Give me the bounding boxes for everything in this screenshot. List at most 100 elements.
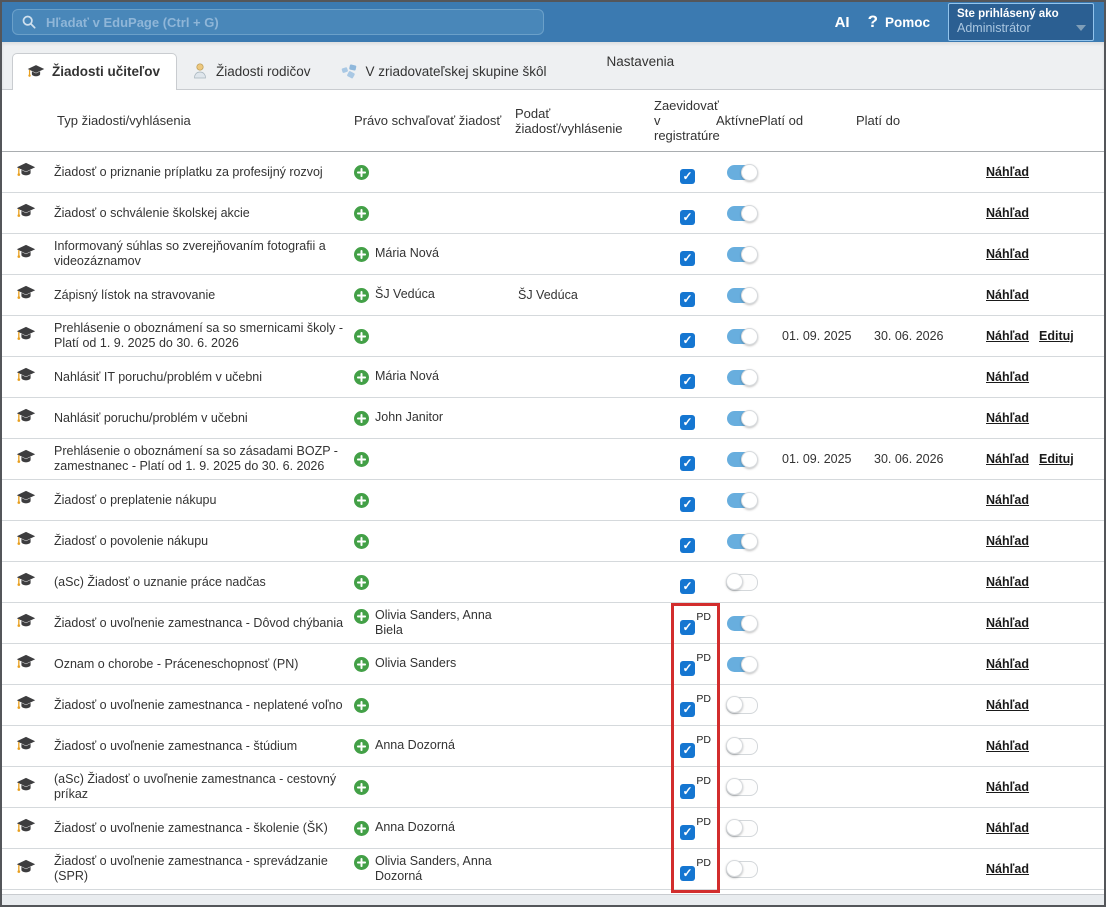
add-approver-button[interactable] bbox=[354, 575, 369, 590]
preview-link[interactable]: Náhľad bbox=[986, 821, 1029, 836]
active-toggle[interactable] bbox=[726, 574, 758, 591]
registry-checkbox[interactable]: ✓ bbox=[680, 374, 695, 389]
preview-link[interactable]: Náhľad bbox=[986, 165, 1029, 180]
row-actions: Náhľad bbox=[978, 409, 1104, 428]
registry-checkbox[interactable]: ✓ bbox=[680, 784, 695, 799]
add-approver-button[interactable] bbox=[354, 657, 369, 672]
active-toggle[interactable] bbox=[726, 861, 758, 878]
active-toggle[interactable] bbox=[726, 738, 758, 755]
submitter-names bbox=[514, 375, 650, 379]
add-approver-button[interactable] bbox=[354, 370, 369, 385]
add-approver-button[interactable] bbox=[354, 329, 369, 344]
add-approver-button[interactable] bbox=[354, 206, 369, 221]
add-approver-button[interactable] bbox=[354, 247, 369, 262]
preview-link[interactable]: Náhľad bbox=[986, 780, 1029, 795]
add-approver-button[interactable] bbox=[354, 534, 369, 549]
request-type-label: Žiadosť o uvoľnenie zamestnanca - školen… bbox=[50, 819, 350, 838]
active-toggle[interactable] bbox=[727, 165, 757, 180]
preview-link[interactable]: Náhľad bbox=[986, 575, 1029, 590]
add-approver-button[interactable] bbox=[354, 821, 369, 836]
active-toggle[interactable] bbox=[727, 370, 757, 385]
active-toggle[interactable] bbox=[727, 411, 757, 426]
registry-checkbox[interactable]: ✓ bbox=[680, 415, 695, 430]
preview-link[interactable]: Náhľad bbox=[986, 493, 1029, 508]
approver-names: Olivia Sanders, Anna Dozorná bbox=[375, 854, 505, 884]
active-toggle[interactable] bbox=[727, 288, 757, 303]
preview-link[interactable]: Náhľad bbox=[986, 862, 1029, 877]
edit-link[interactable]: Edituj bbox=[1039, 329, 1074, 344]
valid-from-value bbox=[770, 744, 870, 748]
preview-link[interactable]: Náhľad bbox=[986, 616, 1029, 631]
active-toggle[interactable] bbox=[727, 452, 757, 467]
active-toggle[interactable] bbox=[726, 697, 758, 714]
registry-checkbox[interactable]: ✓ bbox=[680, 825, 695, 840]
registry-cell: ✓ bbox=[680, 324, 711, 348]
submitter-names bbox=[514, 334, 650, 338]
add-approver-button[interactable] bbox=[354, 288, 369, 303]
registry-checkbox[interactable]: ✓ bbox=[680, 866, 695, 881]
tab-ziadosti-rodicov[interactable]: Žiadosti rodičov bbox=[177, 54, 327, 89]
add-approver-button[interactable] bbox=[354, 739, 369, 754]
valid-to-value bbox=[870, 498, 978, 502]
registry-checkbox[interactable]: ✓ bbox=[680, 743, 695, 758]
preview-link[interactable]: Náhľad bbox=[986, 452, 1029, 467]
help-button[interactable]: ? Pomoc bbox=[868, 12, 930, 32]
edit-link[interactable]: Edituj bbox=[1039, 452, 1074, 467]
active-toggle[interactable] bbox=[727, 657, 757, 672]
active-toggle[interactable] bbox=[727, 493, 757, 508]
registry-checkbox[interactable]: ✓ bbox=[680, 579, 695, 594]
active-toggle[interactable] bbox=[726, 820, 758, 837]
add-approver-button[interactable] bbox=[354, 452, 369, 467]
registry-checkbox[interactable]: ✓ bbox=[680, 661, 695, 676]
preview-link[interactable]: Náhľad bbox=[986, 329, 1029, 344]
request-type-label: Žiadosť o uvoľnenie zamestnanca - Dôvod … bbox=[50, 614, 350, 633]
registry-checkbox[interactable]: ✓ bbox=[680, 210, 695, 225]
search-icon bbox=[22, 15, 36, 29]
add-approver-button[interactable] bbox=[354, 609, 369, 624]
search-box[interactable] bbox=[12, 9, 544, 35]
add-approver-button[interactable] bbox=[354, 780, 369, 795]
registry-checkbox[interactable]: ✓ bbox=[680, 333, 695, 348]
graduation-cap-icon bbox=[16, 203, 36, 223]
registry-cell: ✓ bbox=[680, 406, 711, 430]
pd-tag: PD bbox=[696, 610, 711, 625]
registry-checkbox[interactable]: ✓ bbox=[680, 702, 695, 717]
tab-ziadosti-ucitelov[interactable]: Žiadosti učiteľov bbox=[12, 53, 177, 90]
tab-nastavenia[interactable]: Nastavenia bbox=[593, 42, 691, 79]
active-toggle[interactable] bbox=[727, 534, 757, 549]
add-approver-button[interactable] bbox=[354, 165, 369, 180]
active-toggle[interactable] bbox=[727, 616, 757, 631]
preview-link[interactable]: Náhľad bbox=[986, 698, 1029, 713]
preview-link[interactable]: Náhľad bbox=[986, 206, 1029, 221]
active-toggle[interactable] bbox=[727, 206, 757, 221]
preview-link[interactable]: Náhľad bbox=[986, 411, 1029, 426]
logged-in-user-dropdown[interactable]: Ste prihlásený ako Administrátor bbox=[948, 3, 1094, 41]
search-input[interactable] bbox=[44, 14, 534, 31]
registry-checkbox[interactable]: ✓ bbox=[680, 456, 695, 471]
preview-link[interactable]: Náhľad bbox=[986, 247, 1029, 262]
pd-tag: PD bbox=[696, 692, 711, 707]
add-approver-button[interactable] bbox=[354, 411, 369, 426]
preview-link[interactable]: Náhľad bbox=[986, 739, 1029, 754]
registry-checkbox[interactable]: ✓ bbox=[680, 251, 695, 266]
add-approver-button[interactable] bbox=[354, 698, 369, 713]
tab-zriadovatelska-skupina[interactable]: V zriadovateľskej skupine škôl bbox=[327, 54, 563, 89]
row-actions: Náhľad bbox=[978, 532, 1104, 551]
table-row: Žiadosť o schválenie školskej akcie ✓ Ná… bbox=[2, 193, 1104, 234]
active-toggle[interactable] bbox=[726, 779, 758, 796]
registry-checkbox[interactable]: ✓ bbox=[680, 538, 695, 553]
preview-link[interactable]: Náhľad bbox=[986, 534, 1029, 549]
preview-link[interactable]: Náhľad bbox=[986, 657, 1029, 672]
registry-checkbox[interactable]: ✓ bbox=[680, 292, 695, 307]
registry-checkbox[interactable]: ✓ bbox=[680, 497, 695, 512]
active-toggle[interactable] bbox=[727, 247, 757, 262]
graduation-cap-icon bbox=[16, 449, 36, 469]
add-approver-button[interactable] bbox=[354, 855, 369, 870]
ai-button[interactable]: AI bbox=[835, 14, 850, 31]
active-toggle[interactable] bbox=[727, 329, 757, 344]
preview-link[interactable]: Náhľad bbox=[986, 288, 1029, 303]
preview-link[interactable]: Náhľad bbox=[986, 370, 1029, 385]
add-approver-button[interactable] bbox=[354, 493, 369, 508]
registry-checkbox[interactable]: ✓ bbox=[680, 169, 695, 184]
registry-checkbox[interactable]: ✓ bbox=[680, 620, 695, 635]
